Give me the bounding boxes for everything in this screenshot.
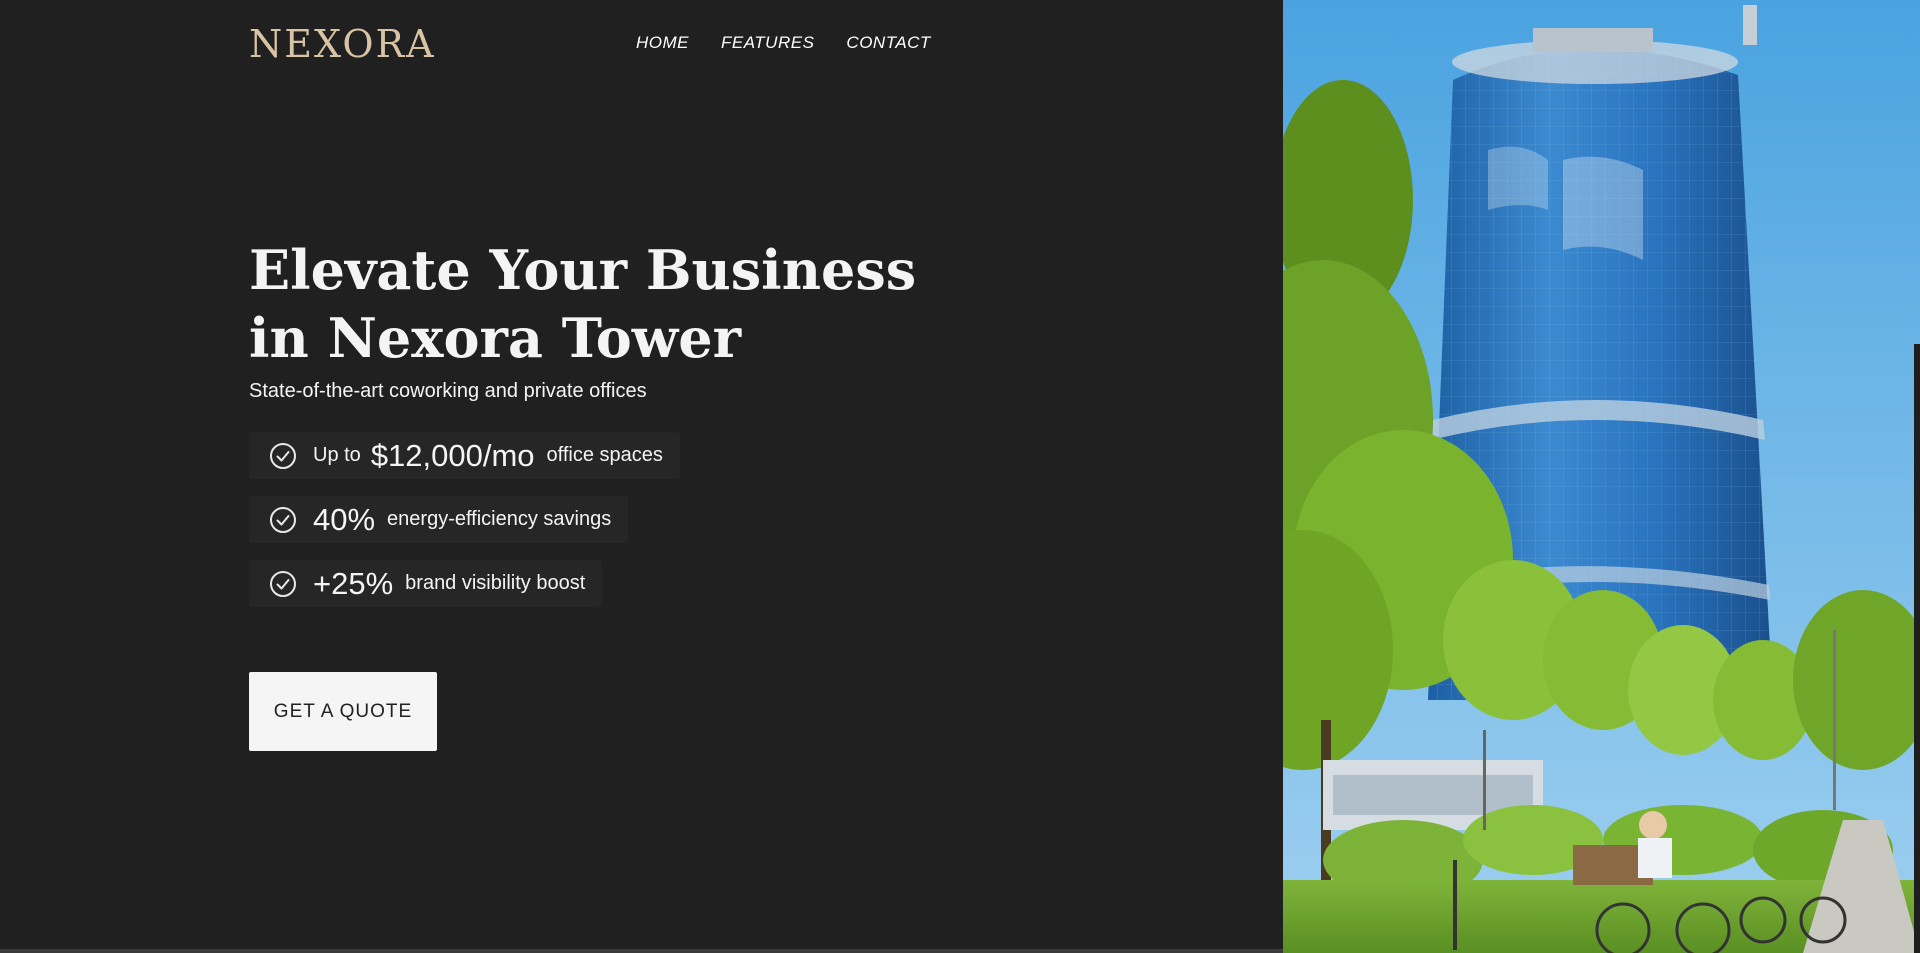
main-nav: HOME FEATURES CONTACT (636, 33, 931, 53)
feature-list: Up to $12,000/mo office spaces 40% energ… (249, 432, 680, 607)
hero-subtitle: State-of-the-art coworking and private o… (249, 380, 647, 402)
scrollbar[interactable] (1914, 344, 1920, 953)
landing-page: NEXORA HOME FEATURES CONTACT Elevate You… (0, 0, 1920, 953)
check-circle-icon (270, 442, 296, 469)
feature-item: Up to $12,000/mo office spaces (249, 432, 680, 479)
building-photo (1283, 0, 1920, 953)
nav-home[interactable]: HOME (636, 33, 689, 53)
feature-item: 40% energy-efficiency savings (249, 496, 629, 543)
feature-item: +25% brand visibility boost (249, 560, 603, 607)
nav-contact[interactable]: CONTACT (846, 33, 930, 53)
hero-title-line-1: Elevate Your Business (249, 238, 917, 302)
nav-features[interactable]: FEATURES (721, 33, 814, 53)
hero-title: Elevate Your Business in Nexora Tower (249, 236, 969, 372)
feature-label: energy-efficiency savings (387, 508, 612, 530)
bottom-divider (0, 949, 1283, 953)
hero-title-line-2: in Nexora Tower (249, 306, 742, 370)
building-illustration (1283, 0, 1920, 953)
check-circle-icon (270, 570, 296, 597)
feature-value: $12,000/mo (370, 437, 535, 473)
feature-prefix: Up to (313, 444, 361, 466)
feature-value: 40% (313, 501, 376, 537)
feature-label: office spaces (546, 444, 663, 466)
hero-section: NEXORA HOME FEATURES CONTACT Elevate You… (0, 0, 1283, 953)
check-circle-icon (270, 506, 296, 533)
get-quote-button[interactable]: GET A QUOTE (249, 672, 437, 751)
feature-value: +25% (313, 565, 394, 601)
feature-label: brand visibility boost (405, 572, 586, 594)
brand-logo[interactable]: NEXORA (249, 22, 436, 66)
